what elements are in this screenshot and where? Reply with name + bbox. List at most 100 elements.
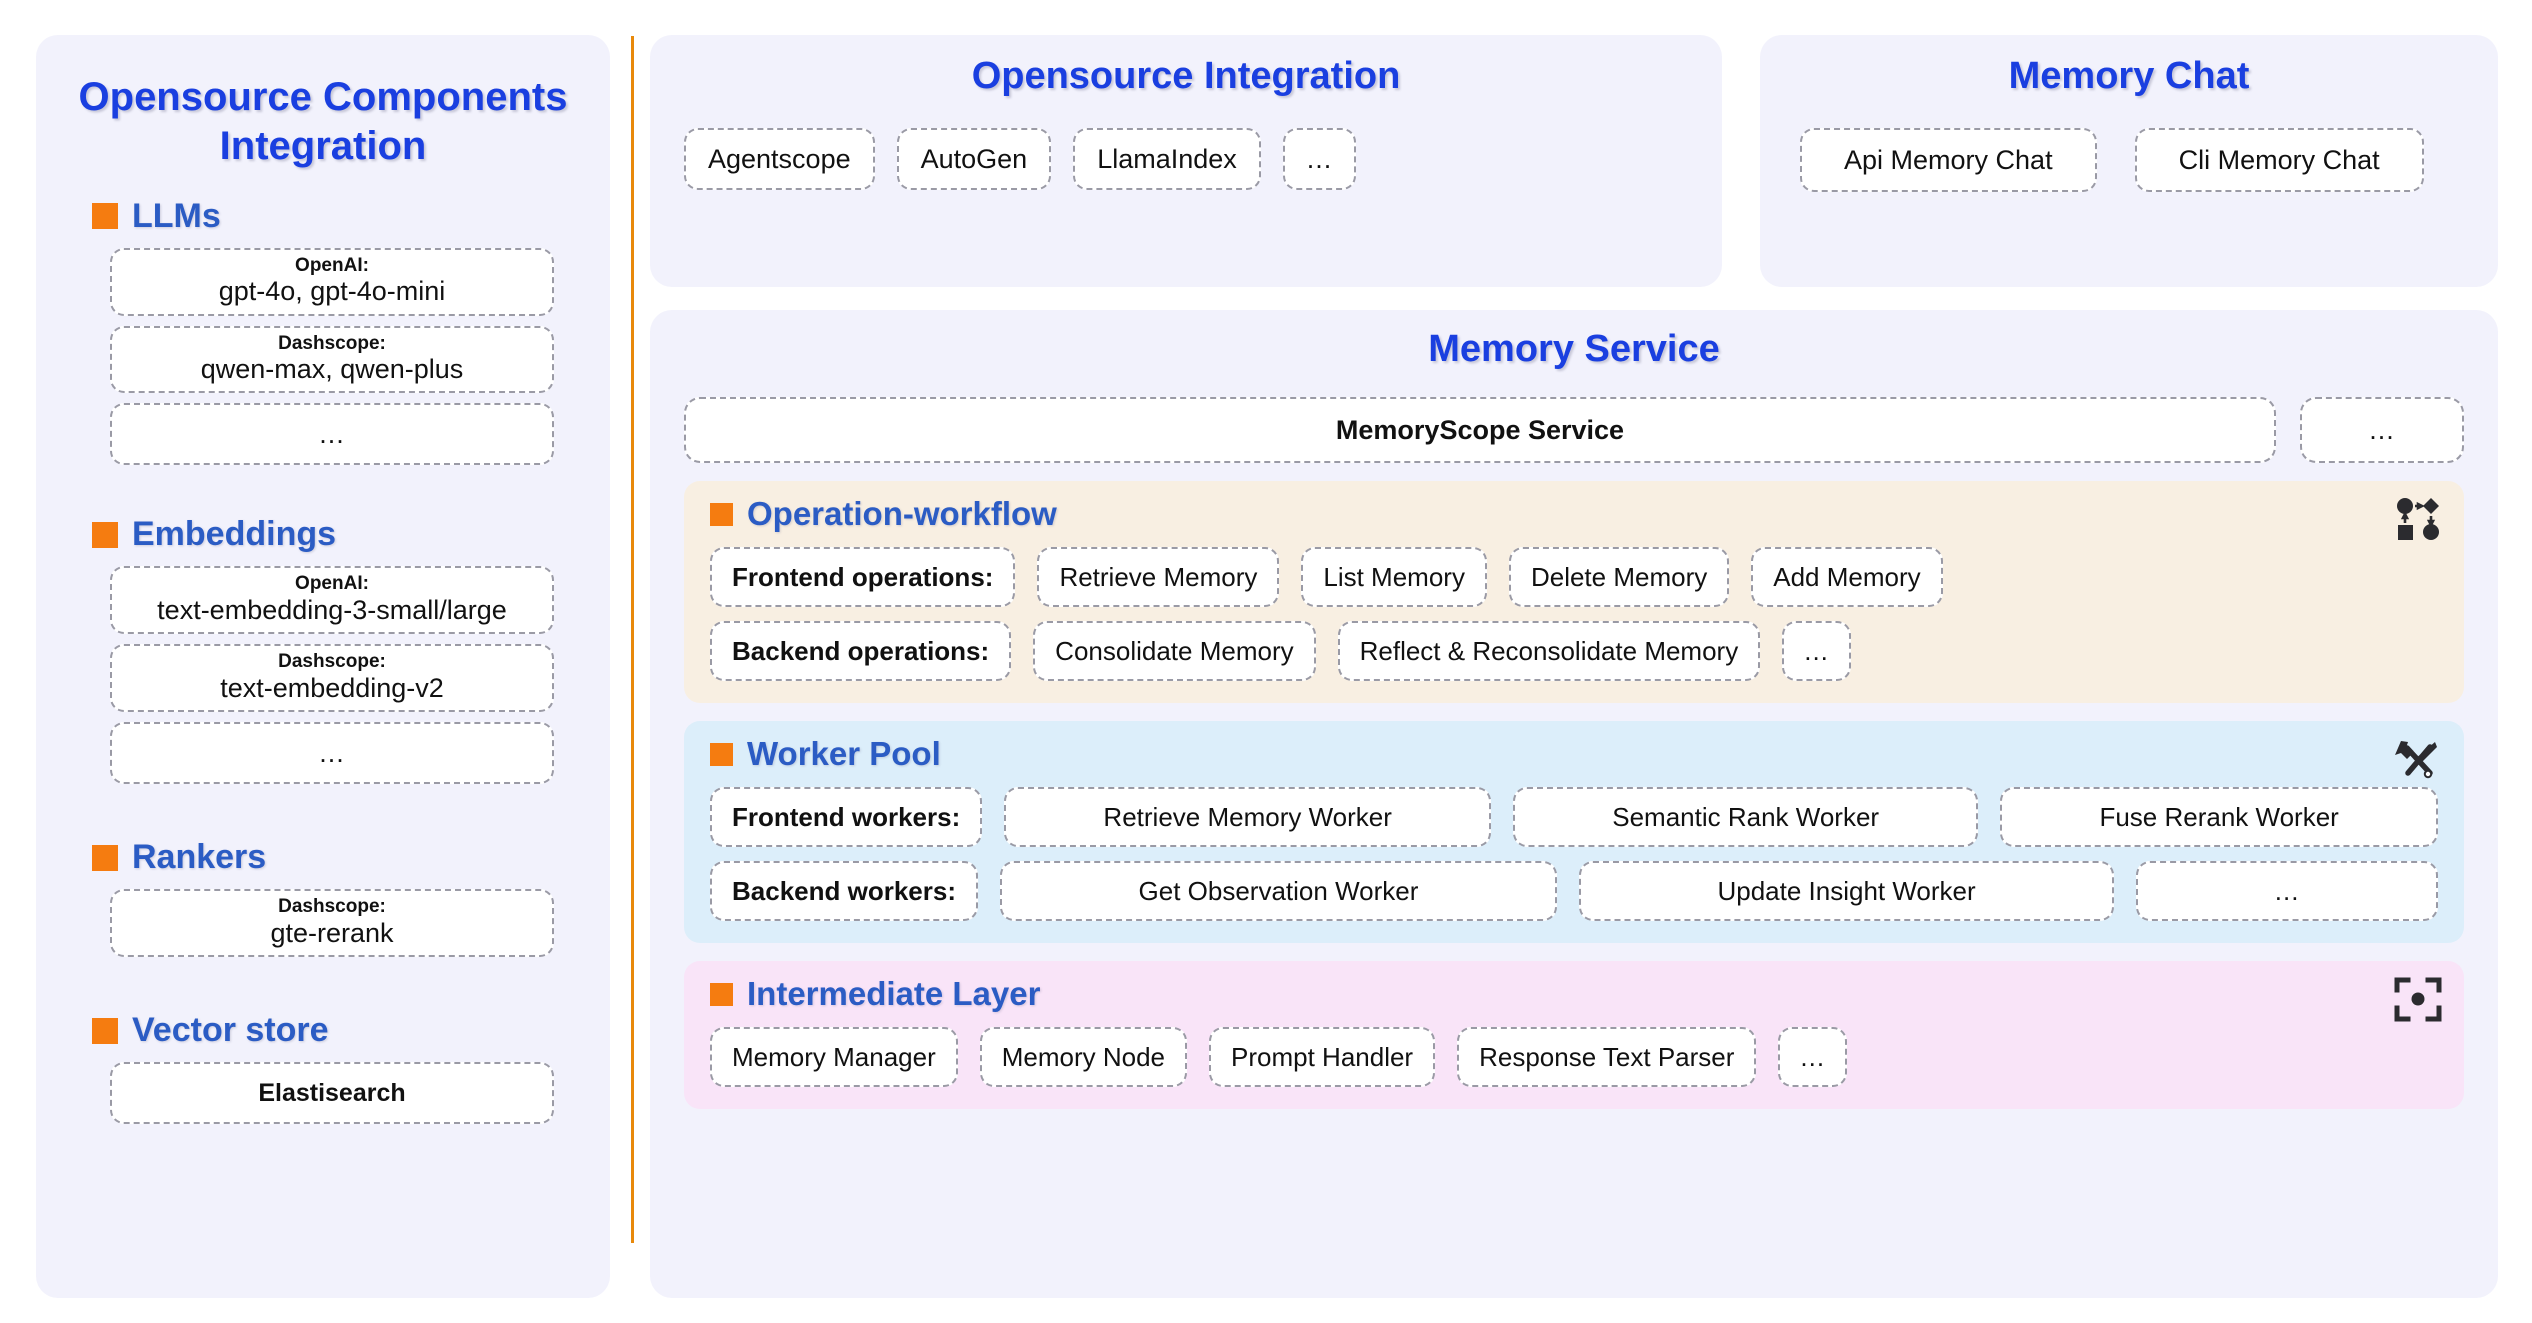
model-label: qwen-max, qwen-plus: [200, 354, 464, 385]
worker-pool-row-backend: Backend workers: Get Observation Worker …: [710, 861, 2438, 921]
operation-retrieve-memory[interactable]: Retrieve Memory: [1037, 547, 1280, 607]
model-label: text-embedding-v2: [220, 673, 444, 704]
tools-icon: [2394, 735, 2442, 783]
orange-square-bullet-icon: [710, 502, 733, 526]
orange-square-bullet-icon: [92, 203, 118, 230]
worker-more[interactable]: ...: [2136, 861, 2438, 921]
group-items-rankers: Dashscope: gte-rerank: [64, 889, 582, 958]
worker-get-observation[interactable]: Get Observation Worker: [999, 861, 1557, 921]
integration-chip-agentscope[interactable]: Agentscope: [684, 128, 875, 190]
opensource-integration-panel: Opensource Integration Agentscope AutoGe…: [650, 35, 1722, 287]
row-lead-label: Frontend operations:: [710, 547, 1016, 607]
operation-workflow-header: Operation-workflow: [710, 495, 2438, 533]
model-label: Elastisearch: [258, 1078, 406, 1107]
operation-workflow-row-frontend: Frontend operations: Retrieve Memory Lis…: [710, 547, 2438, 607]
row-lead-label: Frontend workers:: [710, 787, 983, 847]
memory-chat-panel-title: Memory Chat: [2008, 55, 2250, 97]
operation-list-memory[interactable]: List Memory: [1301, 547, 1487, 607]
worker-update-insight[interactable]: Update Insight Worker: [1578, 861, 2115, 921]
worker-pool-title: Worker Pool: [747, 735, 941, 772]
intermediate-prompt-handler[interactable]: Prompt Handler: [1209, 1027, 1436, 1087]
group-header-rankers: Rankers: [92, 838, 582, 877]
model-card-more[interactable]: ...: [110, 403, 554, 466]
model-card[interactable]: Dashscope: qwen-max, qwen-plus: [110, 325, 554, 394]
model-label: gte-rerank: [270, 918, 394, 949]
row-lead-label: Backend operations:: [710, 621, 1012, 681]
vendor-label: Dashscope:: [278, 896, 386, 918]
memoryscope-service-box[interactable]: MemoryScope Service: [684, 397, 2276, 463]
intermediate-more[interactable]: ...: [1778, 1027, 1848, 1087]
integration-chip-llamaindex[interactable]: LlamaIndex: [1073, 128, 1261, 190]
group-items-vector-store: Elastisearch: [64, 1062, 582, 1125]
intermediate-layer-section: Intermediate Layer Memory Manager Memory…: [684, 961, 2464, 1109]
model-card-more[interactable]: ...: [110, 722, 554, 785]
model-card[interactable]: Dashscope: text-embedding-v2: [110, 644, 554, 713]
orange-square-bullet-icon: [710, 742, 733, 766]
integration-panel-title: Opensource Integration: [971, 55, 1401, 97]
group-label-llms: LLMs: [132, 196, 221, 235]
intermediate-memory-manager[interactable]: Memory Manager: [710, 1027, 958, 1087]
operation-consolidate-memory[interactable]: Consolidate Memory: [1033, 621, 1316, 681]
intermediate-layer-header: Intermediate Layer: [710, 975, 2438, 1013]
memory-service-title: Memory Service: [1428, 328, 1720, 370]
worker-semantic-rank[interactable]: Semantic Rank Worker: [1513, 787, 1979, 847]
workflow-diagram-icon: [2394, 495, 2442, 543]
model-card[interactable]: OpenAI: text-embedding-3-small/large: [110, 566, 554, 635]
group-label-rankers: Rankers: [132, 838, 267, 877]
operation-reflect-reconsolidate-memory[interactable]: Reflect & Reconsolidate Memory: [1337, 621, 1761, 681]
intermediate-memory-node[interactable]: Memory Node: [979, 1027, 1188, 1087]
worker-pool-row-frontend: Frontend workers: Retrieve Memory Worker…: [710, 787, 2439, 847]
operation-workflow-row-backend: Backend operations: Consolidate Memory R…: [710, 621, 2438, 681]
vendor-label: Dashscope:: [278, 332, 386, 354]
row-lead-label: Backend workers:: [710, 861, 978, 921]
orange-square-bullet-icon: [92, 844, 118, 871]
ellipsis-label: ...: [319, 418, 345, 449]
memory-service-panel: Memory Service MemoryScope Service ... O…: [650, 310, 2498, 1298]
operation-workflow-section: Operation-workflow Frontend operations: …: [684, 481, 2464, 703]
worker-pool-header: Worker Pool: [710, 735, 2438, 773]
group-items-embeddings: OpenAI: text-embedding-3-small/large Das…: [64, 566, 582, 785]
group-header-embeddings: Embeddings: [92, 515, 582, 554]
operation-workflow-title: Operation-workflow: [747, 495, 1057, 532]
model-label: text-embedding-3-small/large: [157, 595, 507, 626]
memory-chat-chip-row: Api Memory Chat Cli Memory Chat: [1760, 128, 2498, 192]
orange-square-bullet-icon: [92, 521, 118, 548]
operation-delete-memory[interactable]: Delete Memory: [1508, 547, 1730, 607]
left-panel-title: Opensource Components Integration: [78, 75, 568, 168]
memory-chat-panel: Memory Chat Api Memory Chat Cli Memory C…: [1760, 35, 2498, 287]
integration-chip-row: Agentscope AutoGen LlamaIndex ...: [650, 128, 1722, 190]
vendor-label: OpenAI:: [295, 573, 369, 595]
worker-fuse-rerank[interactable]: Fuse Rerank Worker: [2000, 787, 2439, 847]
integration-chip-more[interactable]: ...: [1282, 128, 1357, 190]
group-items-llms: OpenAI: gpt-4o, gpt-4o-mini Dashscope: q…: [64, 247, 582, 466]
operation-more[interactable]: ...: [1782, 621, 1851, 681]
operation-add-memory[interactable]: Add Memory: [1751, 547, 1943, 607]
memoryscope-service-more[interactable]: ...: [2300, 397, 2464, 463]
vertical-divider: [631, 36, 634, 1243]
intermediate-layer-title: Intermediate Layer: [747, 975, 1041, 1012]
architecture-diagram: Opensource Components Integration LLMs O…: [0, 0, 2532, 1323]
integration-chip-autogen[interactable]: AutoGen: [896, 128, 1052, 190]
vendor-label: OpenAI:: [295, 254, 369, 276]
intermediate-response-text-parser[interactable]: Response Text Parser: [1457, 1027, 1757, 1087]
worker-pool-section: Worker Pool Frontend workers: Retrieve M…: [684, 721, 2464, 943]
model-card[interactable]: OpenAI: gpt-4o, gpt-4o-mini: [110, 247, 554, 316]
group-label-vector-store: Vector store: [132, 1011, 329, 1050]
model-card[interactable]: Dashscope: gte-rerank: [110, 889, 554, 958]
group-header-llms: LLMs: [92, 197, 582, 236]
memory-chat-chip-api[interactable]: Api Memory Chat: [1800, 128, 2097, 192]
vendor-label: Dashscope:: [278, 651, 386, 673]
model-card[interactable]: Elastisearch: [110, 1062, 554, 1125]
memory-service-top-row: MemoryScope Service ...: [650, 397, 2498, 463]
worker-retrieve-memory[interactable]: Retrieve Memory Worker: [1004, 787, 1492, 847]
model-label: gpt-4o, gpt-4o-mini: [218, 276, 446, 307]
ellipsis-label: ...: [319, 737, 345, 768]
orange-square-bullet-icon: [710, 982, 733, 1006]
opensource-components-panel: Opensource Components Integration LLMs O…: [36, 35, 610, 1298]
intermediate-layer-row: Memory Manager Memory Node Prompt Handle…: [710, 1027, 2438, 1087]
group-label-embeddings: Embeddings: [132, 515, 337, 554]
memory-chat-chip-cli[interactable]: Cli Memory Chat: [2134, 128, 2424, 192]
